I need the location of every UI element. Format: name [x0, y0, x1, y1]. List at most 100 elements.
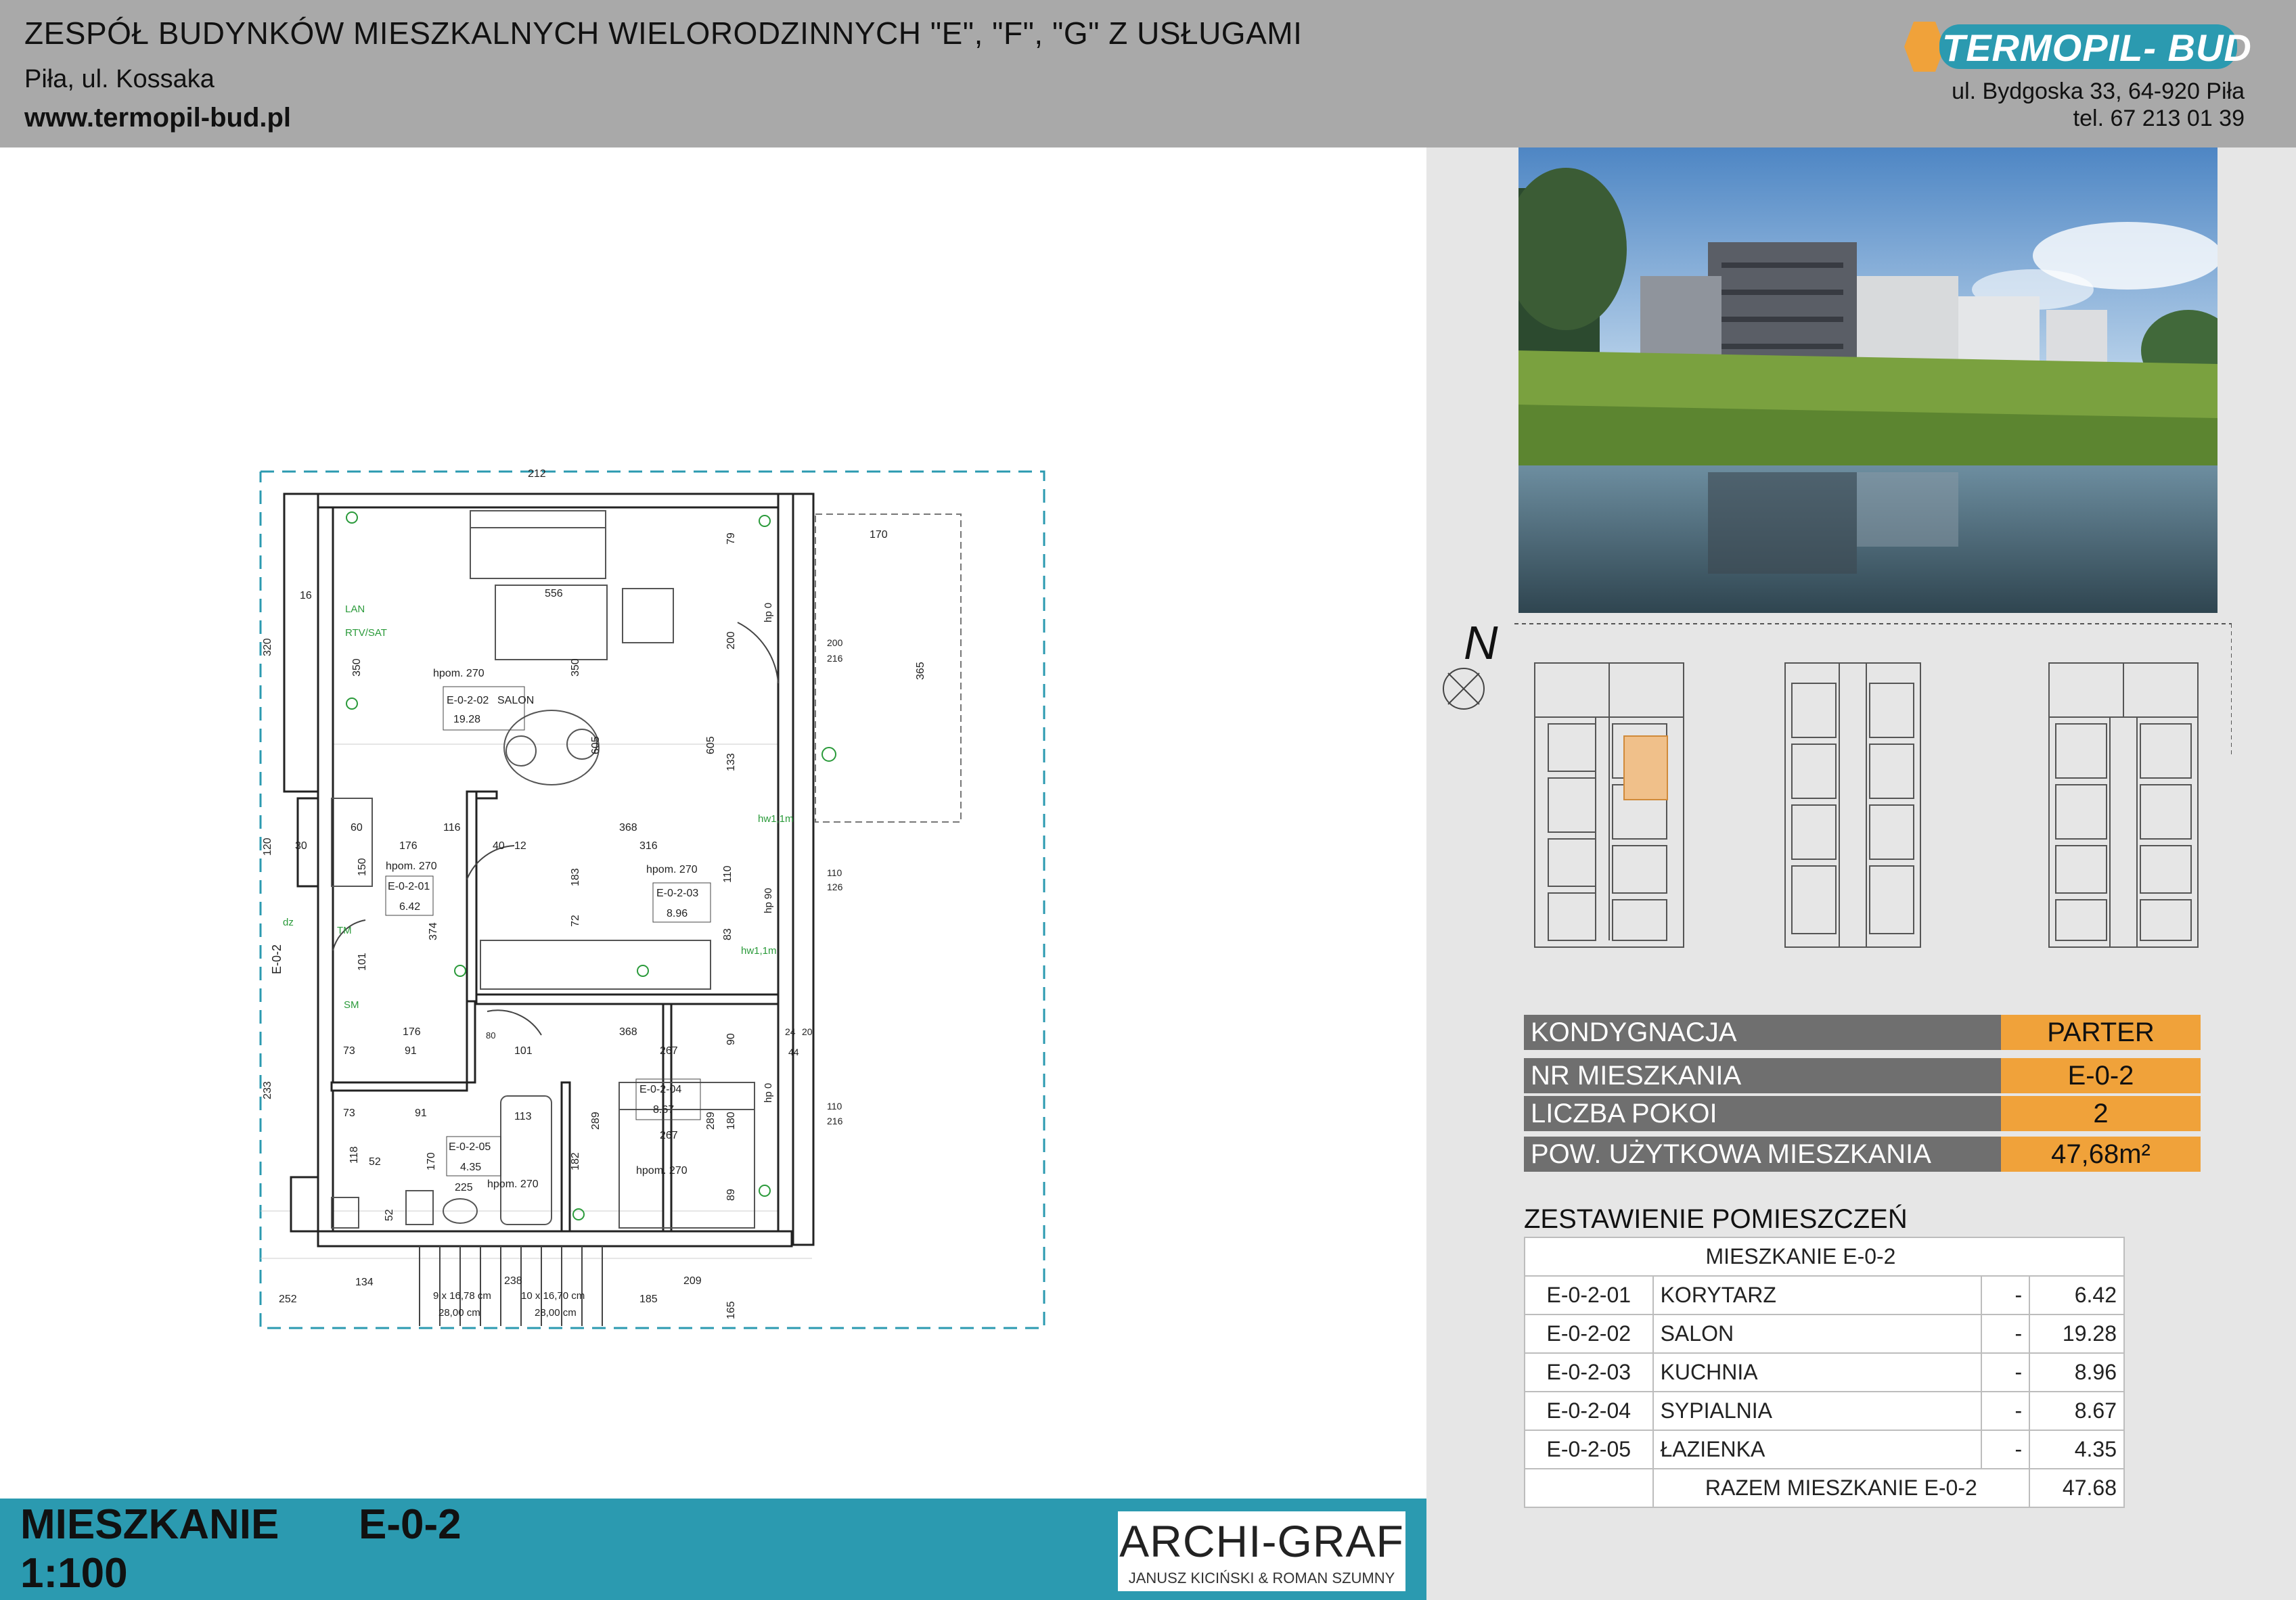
info-label: POW. UŻYTKOWA MIESZKANIA — [1524, 1137, 2001, 1172]
table-row: E-0-2-04 SYPIALNIA - 8.67 — [1524, 1391, 2125, 1431]
dim: 225 — [455, 1182, 473, 1193]
dim: 170 — [870, 529, 888, 541]
room-area: 6.42 — [2029, 1275, 2125, 1315]
dim: 24 — [785, 1026, 796, 1037]
building-render-image — [1518, 147, 2218, 613]
room-code: E-0-2-04 — [1524, 1391, 1654, 1431]
room-code: E-0-2-03 — [1524, 1352, 1654, 1392]
room-dash: - — [1980, 1314, 2031, 1354]
dim: 216 — [827, 1116, 843, 1126]
info-value: 47,68m² — [2001, 1137, 2201, 1172]
table-header: MIESZKANIE E-0-2 — [1524, 1237, 2125, 1277]
room-name: KORYTARZ — [1652, 1275, 1982, 1315]
dim: 16 — [300, 590, 312, 601]
table-row: E-0-2-02 SALON - 19.28 — [1524, 1314, 2125, 1354]
architect-name: ARCHI-GRAF — [1119, 1516, 1404, 1566]
dim: 350 — [570, 658, 581, 677]
dim: 91 — [415, 1107, 427, 1119]
room-code: E-0-2-03 — [656, 888, 698, 899]
info-row-apartment-number: NR MIESZKANIA E-0-2 — [1524, 1058, 2201, 1093]
architect-divider — [1118, 1509, 1405, 1511]
room-code: E-0-2-05 — [449, 1141, 491, 1153]
dim: 165 — [725, 1301, 737, 1319]
apartment-label: MIESZKANIE — [20, 1501, 279, 1548]
dim: 110 — [827, 867, 842, 878]
room-code: E-0-2-02 — [447, 695, 489, 706]
website-link[interactable]: www.termopil-bud.pl — [24, 103, 291, 133]
info-value: E-0-2 — [2001, 1058, 2201, 1093]
dim: 91 — [405, 1045, 417, 1057]
dim: 73 — [343, 1045, 355, 1057]
company-logo-text: TERMOPIL- BUD — [1942, 26, 2252, 69]
dim: 556 — [545, 588, 563, 599]
project-address: Piła, ul. Kossaka — [24, 65, 215, 93]
room-area: 8.67 — [2029, 1391, 2125, 1431]
dim: 605 — [590, 736, 602, 754]
dim: 30 — [295, 840, 307, 852]
dim: 73 — [343, 1107, 355, 1119]
dim: 316 — [639, 840, 658, 852]
dim: 118 — [348, 1146, 360, 1164]
dim: 101 — [357, 953, 368, 971]
floor-plan-drawing: hpom. 270 E-0-2-02 SALON 19.28 hpom. 270… — [259, 468, 1045, 1329]
info-row-room-count: LICZBA POKOI 2 — [1524, 1096, 2201, 1131]
balcony — [815, 513, 962, 823]
room-name: ŁAZIENKA — [1652, 1430, 1982, 1469]
info-row-floor: KONDYGNACJA PARTER — [1524, 1015, 2201, 1050]
info-label: KONDYGNACJA — [1524, 1015, 2001, 1050]
apt-marker: E-0-2 — [270, 944, 284, 974]
hp0-label-2: hp 0 — [763, 1083, 774, 1103]
lan-label: LAN — [345, 603, 365, 615]
dim: 320 — [262, 638, 273, 656]
compass-icon — [1443, 668, 1485, 710]
dim: 89 — [725, 1189, 737, 1201]
dim: 233 — [262, 1081, 273, 1099]
room-name: SALON — [1652, 1314, 1982, 1354]
doors — [332, 622, 779, 1036]
dim: 180 — [725, 1112, 737, 1130]
dim: 134 — [355, 1277, 374, 1288]
dim: 368 — [619, 822, 637, 833]
hp0-label-1: hp 0 — [763, 603, 774, 622]
dim: 12 — [514, 840, 526, 852]
table-row: E-0-2-01 KORYTARZ - 6.42 — [1524, 1275, 2125, 1315]
room-dash: - — [1980, 1391, 2031, 1431]
stair-label-1a: 9 x 16,78 cm — [433, 1290, 491, 1302]
dim: 101 — [514, 1045, 533, 1057]
room-code: E-0-2-02 — [1524, 1314, 1654, 1354]
table-row: E-0-2-05 ŁAZIENKA - 4.35 — [1524, 1430, 2125, 1469]
info-label: LICZBA POKOI — [1524, 1096, 2001, 1131]
room-code: E-0-2-04 — [639, 1084, 681, 1095]
dim: 170 — [426, 1152, 437, 1170]
room-dash: - — [1980, 1352, 2031, 1392]
dim: 252 — [279, 1294, 297, 1305]
total-label: RAZEM MIESZKANIE E-0-2 — [1652, 1468, 2031, 1508]
room-area: 4.35 — [460, 1162, 481, 1173]
dim: 365 — [915, 662, 926, 680]
dim: 200 — [827, 637, 843, 648]
dim: 176 — [403, 1026, 421, 1038]
dim: 110 — [827, 1101, 842, 1112]
room-dash: - — [1980, 1430, 2031, 1469]
total-spacer — [1524, 1468, 1654, 1508]
dim: 176 — [399, 840, 418, 852]
north-label: N — [1464, 616, 1498, 669]
dim: 80 — [486, 1030, 495, 1041]
dim: 116 — [443, 822, 461, 833]
dim: 52 — [369, 1156, 381, 1168]
dim: 200 — [725, 631, 737, 649]
table-total-row: RAZEM MIESZKANIE E-0-2 47.68 — [1524, 1468, 2125, 1508]
site-plan-diagram — [1514, 623, 2232, 948]
dim: 83 — [722, 928, 734, 940]
dim: 90 — [725, 1033, 737, 1045]
dim: 368 — [619, 1026, 637, 1038]
room-name: SALON — [497, 695, 534, 706]
hp90-label: hp 90 — [763, 888, 774, 913]
dim: 113 — [514, 1111, 532, 1122]
dim: 60 — [351, 822, 363, 833]
room-height: hpom. 270 — [646, 864, 698, 875]
stair-label-2a: 10 x 16,70 cm — [521, 1290, 585, 1302]
info-value: 2 — [2001, 1096, 2201, 1131]
room-area: 8.96 — [2029, 1352, 2125, 1392]
dim: 120 — [262, 838, 273, 856]
